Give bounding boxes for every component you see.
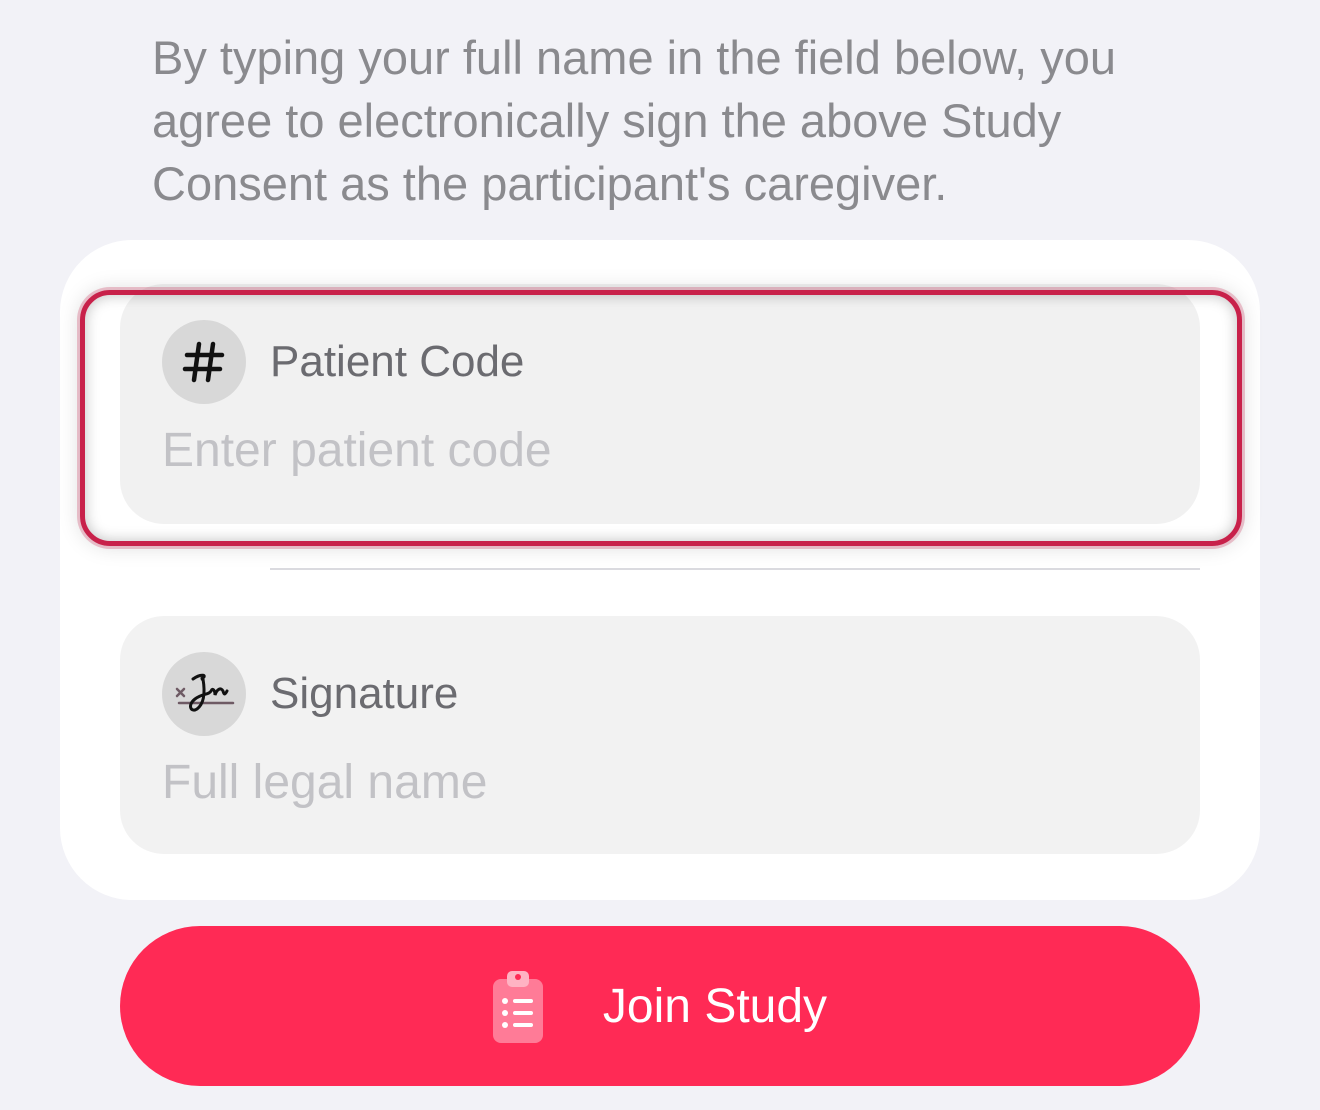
hashtag-icon <box>162 320 246 404</box>
signature-label: Signature <box>270 669 459 718</box>
signature-icon <box>162 652 246 736</box>
consent-text: By typing your full name in the field be… <box>152 31 1117 210</box>
join-study-label: Join Study <box>602 979 828 1033</box>
form-card: Patient Code Signature <box>60 240 1260 900</box>
clipboard-list-icon <box>492 971 543 1043</box>
field-divider <box>270 568 1200 570</box>
signature-field[interactable]: Signature <box>120 616 1200 854</box>
join-study-button[interactable]: Join Study <box>120 926 1200 1086</box>
patient-code-field[interactable]: Patient Code <box>120 284 1200 524</box>
patient-code-label: Patient Code <box>270 337 525 386</box>
patient-code-input[interactable] <box>162 412 1152 488</box>
signature-input[interactable] <box>162 744 1152 820</box>
